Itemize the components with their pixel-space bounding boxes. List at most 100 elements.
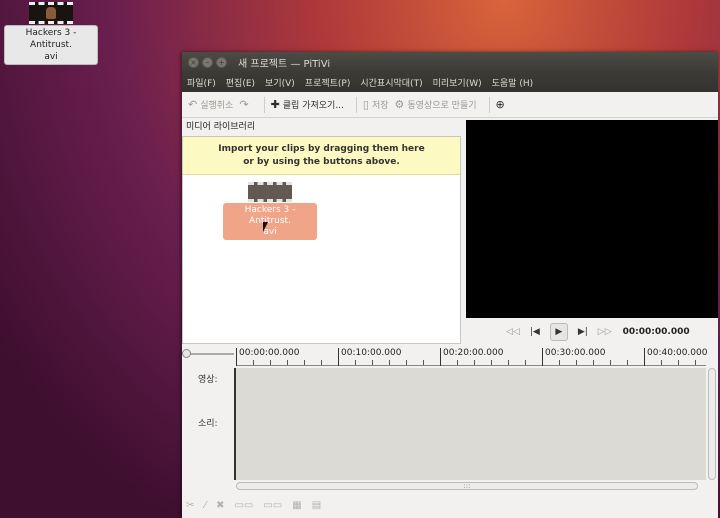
ruler-minor-tick xyxy=(593,360,594,365)
ungroup-icon[interactable]: ▤ xyxy=(312,500,321,511)
menu-edit[interactable]: 편집(E) xyxy=(221,76,260,89)
save-label: 저장 xyxy=(371,101,389,111)
group-icon[interactable]: ▦ xyxy=(292,500,301,511)
ruler-minor-tick xyxy=(457,360,458,365)
ruler-tick: 00:00:00.000 xyxy=(236,348,299,366)
ruler-minor-tick xyxy=(576,360,577,365)
ruler-tick: 00:20:00.000 xyxy=(440,348,503,366)
toolbar-separator xyxy=(355,96,357,113)
timeline-tracks: 영상: 소리: ::: xyxy=(182,368,718,490)
desktop-file-icon[interactable]: Hackers 3 - Antitrust. avi xyxy=(4,2,98,65)
menu-view[interactable]: 보기(V) xyxy=(260,76,300,89)
toolbar: ↶ 실행취소 ↷ ✚ 클립 가져오기... ▯ 저장 ⚙ 동영상으로 만들기 ⊕ xyxy=(182,92,718,118)
hint-line-2: or by using the buttons above. xyxy=(243,157,400,167)
toolbar-separator xyxy=(263,96,265,113)
clip-thumbnail-icon xyxy=(248,182,292,202)
link-icon[interactable]: ▭▭ xyxy=(234,500,253,511)
zoom-slider[interactable] xyxy=(182,349,234,358)
menu-project[interactable]: 프로젝트(P) xyxy=(300,76,356,89)
pitivi-window: × – + 새 프로젝트 — PiTiVi 파일(F) 편집(E) 보기(V) … xyxy=(182,52,718,518)
dragged-clip[interactable]: Hackers 3 - Antitrust. avi xyxy=(223,182,317,240)
ruler-minor-tick xyxy=(559,360,560,365)
clip-label: Hackers 3 - Antitrust. avi xyxy=(223,203,317,240)
render-icon: ⚙ xyxy=(394,98,405,111)
ruler-minor-tick xyxy=(491,360,492,365)
ruler-minor-tick xyxy=(695,360,696,365)
fast-forward-icon[interactable]: ▷▷ xyxy=(598,327,612,337)
ruler-minor-tick xyxy=(423,360,424,365)
menubar: 파일(F) 편집(E) 보기(V) 프로젝트(P) 시간표시막대(T) 미리보기… xyxy=(182,72,718,92)
ruler-minor-tick xyxy=(508,360,509,365)
redo-button[interactable]: ↷ xyxy=(239,98,251,111)
horizontal-scrollbar[interactable]: ::: xyxy=(236,482,698,490)
zoom-knob[interactable] xyxy=(182,349,191,358)
undo-button[interactable]: ↶ 실행취소 xyxy=(188,98,233,111)
timeline-ruler: 00:00:00.000 00:10:00.000 00:20:00.000 0… xyxy=(182,348,718,368)
ruler-minor-tick xyxy=(525,360,526,365)
window-title: 새 프로젝트 — PiTiVi xyxy=(238,58,331,70)
media-library: 미디어 라이브러리 Import your clips by dragging … xyxy=(182,118,461,344)
menu-help[interactable]: 도움말 (H) xyxy=(487,76,539,89)
minimize-icon[interactable]: – xyxy=(202,56,213,68)
ruler-minor-tick xyxy=(678,360,679,365)
ruler-minor-tick xyxy=(253,360,254,365)
timeline-track-area[interactable] xyxy=(234,368,706,480)
import-clips-button[interactable]: ✚ 클립 가져오기... xyxy=(271,98,344,111)
undo-label: 실행취소 xyxy=(200,101,234,111)
timeline-toolbar: ✂ ⁄ ✖ ▭▭ ▭▭ ▦ ▤ xyxy=(186,496,331,514)
save-icon: ▯ xyxy=(362,98,369,111)
render-label: 동영상으로 만들기 xyxy=(407,101,477,111)
ruler-minor-tick xyxy=(627,360,628,365)
ruler-tick: 00:40:00.000 xyxy=(644,348,707,366)
toolbar-separator xyxy=(488,96,490,113)
ruler-minor-tick xyxy=(355,360,356,365)
titlebar: × – + 새 프로젝트 — PiTiVi xyxy=(182,52,718,72)
fullscreen-button[interactable]: ⊕ xyxy=(496,98,508,111)
ruler-minor-tick xyxy=(661,360,662,365)
menu-viewer[interactable]: 미리보기(W) xyxy=(428,76,487,89)
fullscreen-icon: ⊕ xyxy=(495,98,505,111)
ruler-minor-tick xyxy=(321,360,322,365)
ruler-minor-tick xyxy=(474,360,475,365)
skip-forward-icon[interactable]: ▶| xyxy=(578,327,588,337)
ruler-minor-tick xyxy=(389,360,390,365)
media-library-title: 미디어 라이브러리 xyxy=(186,122,256,132)
maximize-icon[interactable]: + xyxy=(216,56,227,68)
ruler-minor-tick xyxy=(270,360,271,365)
ruler-tick: 00:10:00.000 xyxy=(338,348,401,366)
play-button[interactable]: ▶ xyxy=(549,323,568,341)
hint-line-1: Import your clips by dragging them here xyxy=(218,144,425,154)
import-hint: Import your clips by dragging them here … xyxy=(183,137,460,175)
plus-icon: ✚ xyxy=(270,98,280,111)
mouse-cursor-icon xyxy=(263,222,268,232)
delete-icon[interactable]: ✖ xyxy=(216,500,224,511)
ruler-tick: 00:30:00.000 xyxy=(542,348,605,366)
ruler-minor-tick xyxy=(372,360,373,365)
import-label: 클립 가져오기... xyxy=(282,101,344,111)
unlink-icon[interactable]: ▭▭ xyxy=(263,500,282,511)
render-button[interactable]: ⚙ 동영상으로 만들기 xyxy=(395,98,477,111)
video-track-label: 영상: xyxy=(198,375,218,385)
video-viewer xyxy=(466,120,718,318)
track-labels: 영상: 소리: xyxy=(182,368,234,480)
close-icon[interactable]: × xyxy=(188,56,199,68)
undo-icon: ↶ xyxy=(188,98,198,111)
redo-icon: ↷ xyxy=(239,98,249,111)
rewind-icon[interactable]: ◁◁ xyxy=(506,327,520,337)
menu-timeline[interactable]: 시간표시막대(T) xyxy=(355,76,427,89)
ruler-minor-tick xyxy=(304,360,305,365)
media-library-area[interactable]: Import your clips by dragging them here … xyxy=(182,136,461,344)
playback-controls: ◁◁ |◀ ▶ ▶| ▷▷ 00:00:00.000 xyxy=(466,320,718,344)
save-button[interactable]: ▯ 저장 xyxy=(363,98,389,111)
menu-file[interactable]: 파일(F) xyxy=(182,76,221,89)
ruler-minor-tick xyxy=(406,360,407,365)
keyframe-icon[interactable]: ⁄ xyxy=(204,500,206,511)
ruler-minor-tick xyxy=(610,360,611,365)
film-thumbnail-icon xyxy=(29,2,73,24)
split-icon[interactable]: ✂ xyxy=(186,500,194,511)
skip-back-icon[interactable]: |◀ xyxy=(530,327,540,337)
audio-track-label: 소리: xyxy=(198,419,218,429)
vertical-scrollbar[interactable] xyxy=(708,368,716,480)
time-ruler[interactable]: 00:00:00.000 00:10:00.000 00:20:00.000 0… xyxy=(236,348,707,366)
ruler-minor-tick xyxy=(287,360,288,365)
